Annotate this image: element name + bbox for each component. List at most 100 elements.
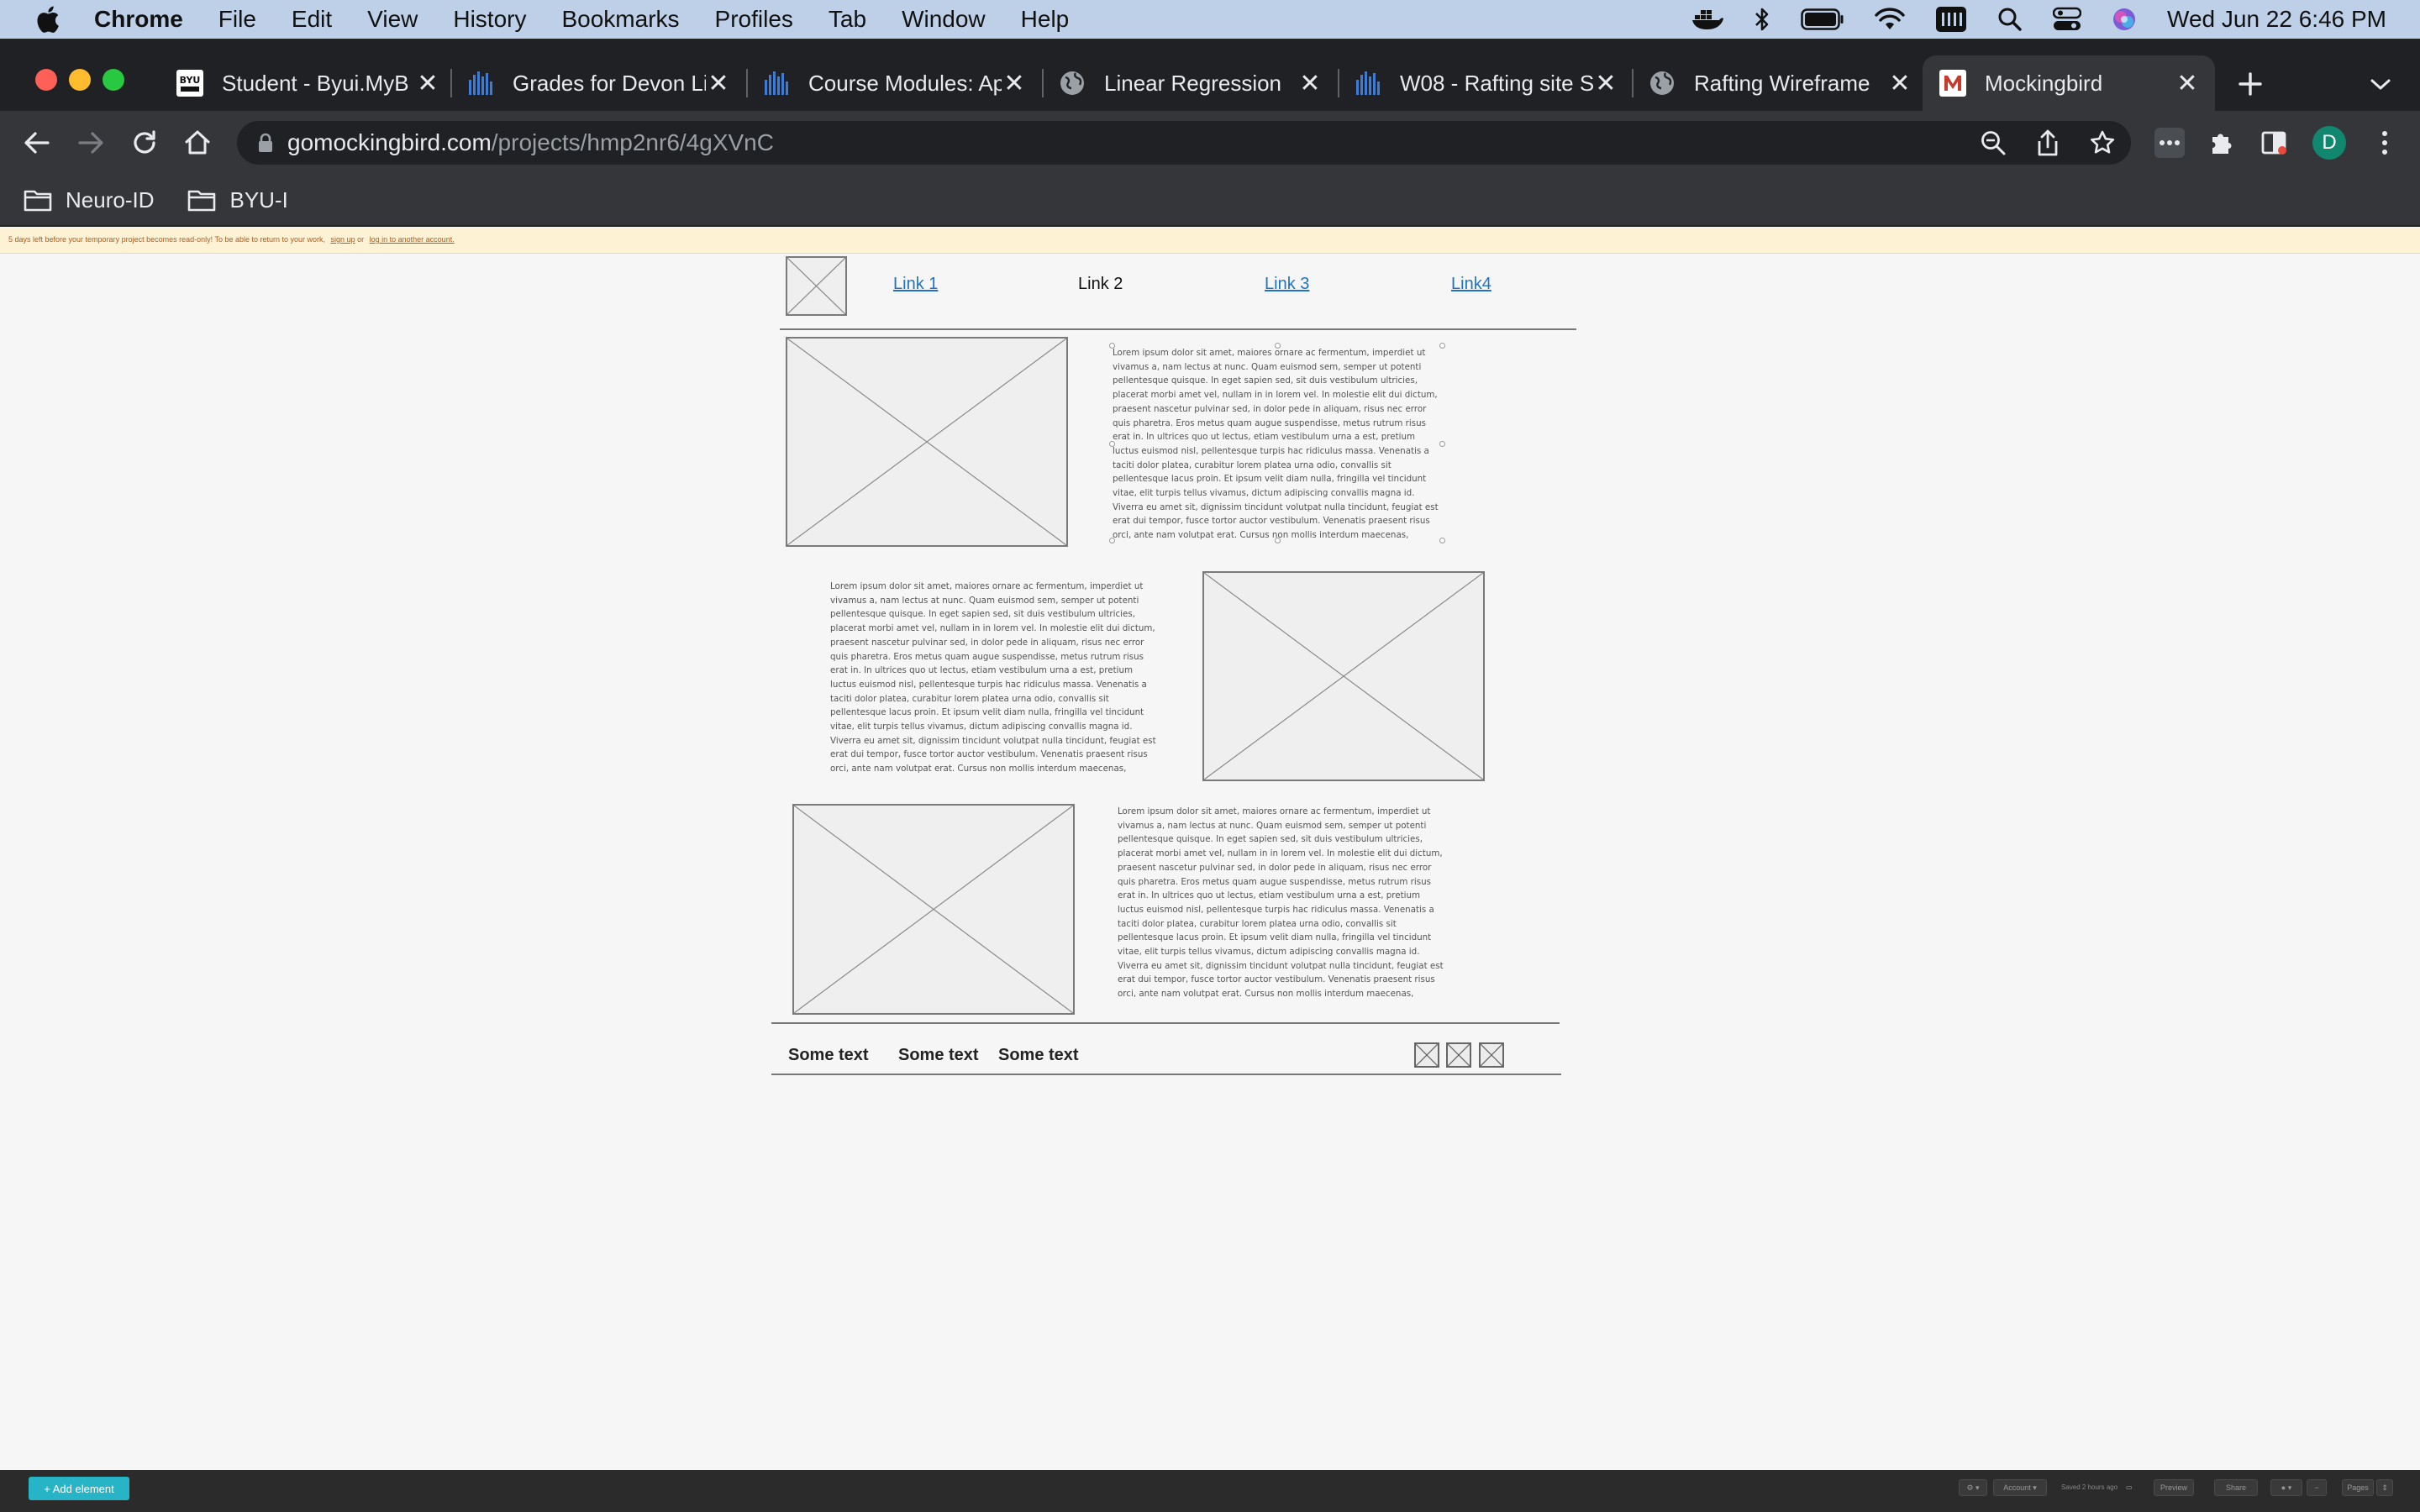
- menu-profiles[interactable]: Profiles: [715, 6, 793, 33]
- log-in-link[interactable]: log in to another account.: [370, 235, 455, 244]
- comments-button[interactable]: ● ▾: [2270, 1479, 2302, 1496]
- wf-paragraph[interactable]: Lorem ipsum dolor sit amet, maiores orna…: [830, 580, 1160, 776]
- wf-image-placeholder[interactable]: [792, 804, 1075, 1015]
- new-tab-icon[interactable]: [2235, 69, 2265, 99]
- wf-footer-image-icon[interactable]: [1479, 1042, 1504, 1068]
- zoom-icon[interactable]: [1980, 129, 2007, 156]
- reload-icon[interactable]: [128, 126, 161, 160]
- wf-nav-link-4[interactable]: Link4: [1451, 275, 1491, 294]
- menu-edit[interactable]: Edit: [292, 6, 332, 33]
- menu-tab[interactable]: Tab: [829, 6, 866, 33]
- reading-list-icon[interactable]: [2257, 126, 2291, 160]
- forward-arrow-icon[interactable]: [74, 126, 108, 160]
- tab-search-chevron-down-icon[interactable]: [2368, 74, 2393, 94]
- selection-handle[interactable]: [1439, 343, 1445, 349]
- tab-title: Student - Byui.MyB: [222, 70, 409, 96]
- selection-handle[interactable]: [1109, 538, 1115, 543]
- tab-close-icon[interactable]: ✕: [706, 69, 731, 98]
- window-minimize-button[interactable]: [69, 69, 91, 91]
- tab-close-icon[interactable]: ✕: [1887, 69, 1912, 98]
- wifi-icon[interactable]: [1875, 8, 1905, 31]
- wf-nav-link-2[interactable]: Link 2: [1078, 275, 1123, 294]
- wf-footer-image-icon[interactable]: [1414, 1042, 1439, 1068]
- share-icon[interactable]: [2035, 129, 2060, 157]
- docker-icon[interactable]: [1691, 7, 1724, 32]
- battery-icon[interactable]: [1801, 8, 1844, 30]
- control-center-icon[interactable]: [2053, 7, 2082, 32]
- tab-title: Course Modules: Ap: [808, 70, 1002, 96]
- wf-nav-link-3[interactable]: Link 3: [1265, 275, 1309, 294]
- share-button[interactable]: Share: [2214, 1479, 2258, 1496]
- preview-button[interactable]: Preview: [2154, 1479, 2194, 1496]
- selection-handle[interactable]: [1439, 538, 1445, 543]
- wf-footer-text[interactable]: Some text: [788, 1046, 869, 1065]
- extensions-puzzle-icon[interactable]: [2205, 126, 2238, 160]
- tab-close-icon[interactable]: ✕: [1002, 69, 1027, 98]
- menu-file[interactable]: File: [218, 6, 256, 33]
- menu-window[interactable]: Window: [902, 6, 986, 33]
- tab-close-icon[interactable]: ✕: [1593, 69, 1618, 98]
- bookmark-star-icon[interactable]: [2089, 129, 2116, 156]
- zoom-button[interactable]: −: [2307, 1479, 2327, 1496]
- window-zoom-button[interactable]: [103, 69, 124, 91]
- canvas-bars-icon: [467, 70, 494, 97]
- pages-toggle-button[interactable]: ⇕: [2376, 1479, 2393, 1496]
- extension-more-icon[interactable]: [2154, 128, 2185, 158]
- wf-paragraph[interactable]: Lorem ipsum dolor sit amet, maiores orna…: [1118, 805, 1447, 1001]
- url-text[interactable]: gomockingbird.com/projects/hmp2nr6/4gXVn…: [287, 129, 774, 156]
- wf-paragraph[interactable]: Lorem ipsum dolor sit amet, maiores orna…: [1113, 346, 1442, 543]
- browser-tab[interactable]: Linear Regression ✕: [1059, 55, 1323, 111]
- selection-handle[interactable]: [1109, 441, 1115, 447]
- bluetooth-icon[interactable]: [1754, 6, 1770, 33]
- back-arrow-icon[interactable]: [20, 126, 54, 160]
- tab-separator: [1338, 69, 1339, 97]
- lock-icon[interactable]: [257, 133, 274, 153]
- selection-handle[interactable]: [1275, 343, 1281, 349]
- wf-logo-image-placeholder[interactable]: [786, 256, 847, 316]
- menu-bookmarks[interactable]: Bookmarks: [561, 6, 679, 33]
- browser-tab[interactable]: BYU Student - Byui.MyB ✕: [176, 55, 440, 111]
- apple-menu-icon[interactable]: [34, 4, 60, 34]
- browser-tab-active[interactable]: Mockingbird ✕: [1923, 55, 2215, 111]
- menu-help[interactable]: Help: [1021, 6, 1070, 33]
- browser-tab[interactable]: Rafting Wireframe ✕: [1649, 55, 1912, 111]
- wf-footer-text[interactable]: Some text: [898, 1046, 979, 1065]
- browser-tab[interactable]: Grades for Devon Li ✕: [467, 55, 731, 111]
- bookmark-folder-neuro-id[interactable]: Neuro-ID: [24, 187, 154, 213]
- account-button[interactable]: Account ▾: [1993, 1479, 2047, 1496]
- add-element-button[interactable]: + Add element: [29, 1477, 129, 1500]
- canvas-bars-icon: [1355, 70, 1381, 97]
- tab-close-icon[interactable]: ✕: [1297, 69, 1323, 98]
- browser-tab[interactable]: W08 - Rafting site S ✕: [1355, 55, 1618, 111]
- wf-footer-text[interactable]: Some text: [998, 1046, 1079, 1065]
- menu-app-name[interactable]: Chrome: [94, 6, 183, 33]
- wf-image-placeholder[interactable]: [1202, 571, 1485, 781]
- pages-button[interactable]: Pages: [2342, 1479, 2374, 1496]
- wf-nav-link-1[interactable]: Link 1: [893, 275, 938, 294]
- tab-close-icon[interactable]: ✕: [2175, 69, 2200, 98]
- wf-image-placeholder[interactable]: [786, 337, 1068, 547]
- tab-close-icon[interactable]: ✕: [415, 69, 440, 98]
- menu-history[interactable]: History: [453, 6, 526, 33]
- chrome-menu-kebab-icon[interactable]: [2368, 126, 2402, 160]
- profile-avatar[interactable]: D: [2312, 126, 2346, 160]
- siri-icon[interactable]: [2112, 7, 2137, 32]
- window-close-button[interactable]: [35, 69, 57, 91]
- menubar-clock[interactable]: Wed Jun 22 6:46 PM: [2167, 6, 2386, 33]
- selection-handle[interactable]: [1275, 538, 1281, 543]
- selection-handle[interactable]: [1439, 441, 1445, 447]
- settings-gear-button[interactable]: ⚙ ▾: [1959, 1479, 1987, 1496]
- bookmark-folder-byu-i[interactable]: BYU-I: [187, 187, 288, 213]
- spotlight-search-icon[interactable]: [1997, 7, 2023, 32]
- menu-view[interactable]: View: [367, 6, 418, 33]
- browser-tab[interactable]: Course Modules: Ap ✕: [763, 55, 1027, 111]
- sign-up-link[interactable]: sign up: [331, 235, 355, 244]
- selection-handle[interactable]: [1109, 343, 1115, 349]
- folder-icon: [188, 190, 216, 212]
- macos-menubar: Chrome File Edit View History Bookmarks …: [0, 0, 2420, 39]
- wf-footer-image-icon[interactable]: [1446, 1042, 1471, 1068]
- home-icon[interactable]: [181, 126, 214, 160]
- help-indicator[interactable]: ▭: [2126, 1483, 2133, 1491]
- input-source-icon[interactable]: [1935, 6, 1967, 33]
- address-bar[interactable]: gomockingbird.com/projects/hmp2nr6/4gXVn…: [237, 121, 2131, 165]
